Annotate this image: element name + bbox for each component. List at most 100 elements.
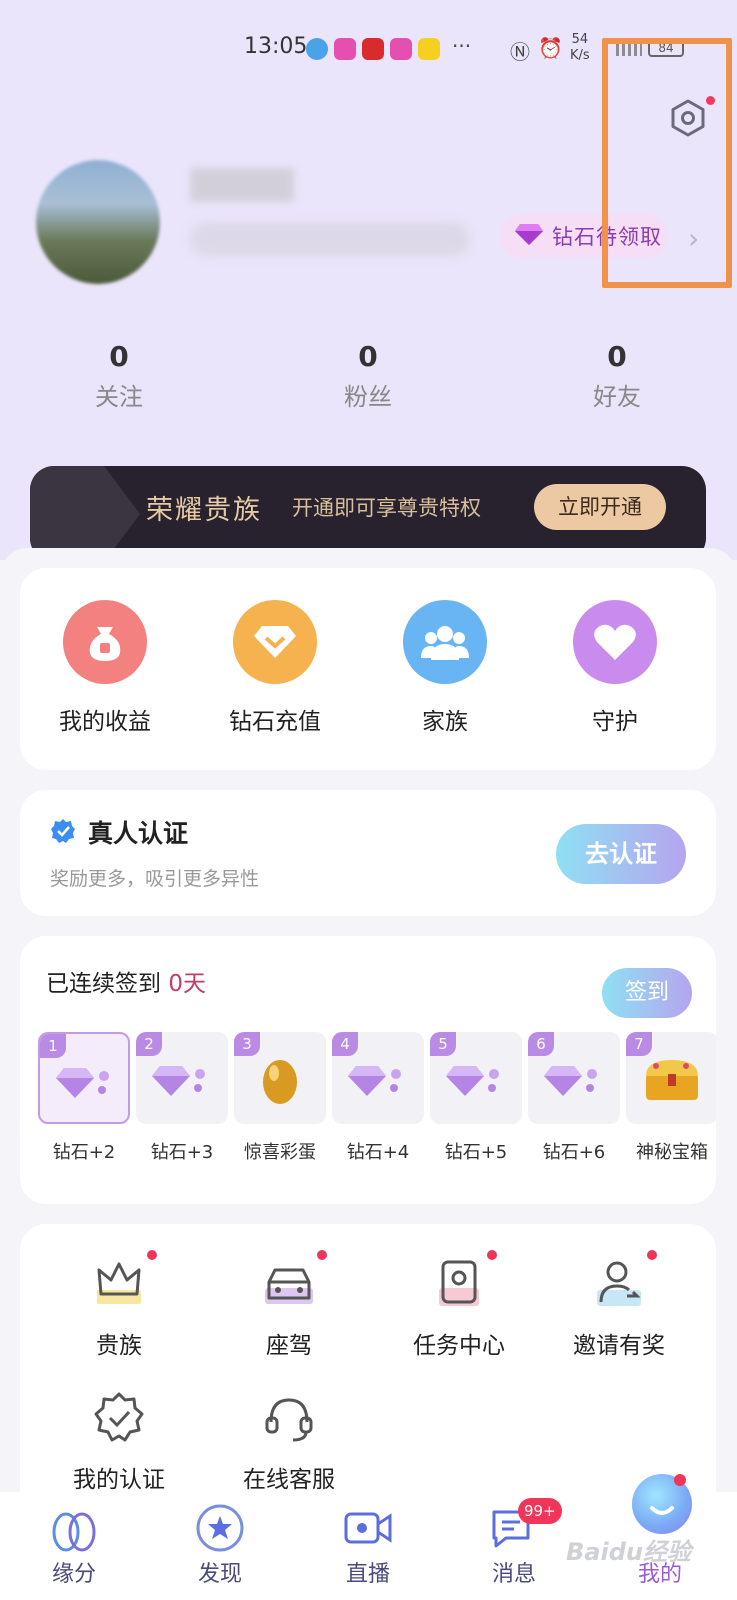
app-notification-icon	[418, 38, 440, 60]
quick-actions-card: 我的收益 钻石充值 家族 守护	[20, 568, 716, 770]
feature-label: 任务中心	[413, 1333, 505, 1359]
signin-button[interactable]: 签到	[602, 968, 692, 1018]
signin-day[interactable]: 3 惊喜彩蛋	[234, 1032, 326, 1164]
quick-guard[interactable]: 守护	[530, 600, 700, 736]
features-card: 贵族 座驾 任务中心 邀请有奖 我的认证 在线客服	[20, 1224, 716, 1524]
quick-label: 我的收益	[59, 709, 151, 735]
verified-check-icon	[50, 818, 76, 844]
noble-open-button[interactable]: 立即开通	[534, 484, 666, 530]
notification-dot	[647, 1250, 657, 1260]
headset-icon	[259, 1388, 319, 1448]
tab-label: 缘分	[51, 1562, 96, 1587]
signin-title-text: 已连续签到	[46, 971, 169, 997]
task-icon	[429, 1250, 497, 1314]
feature-task-center[interactable]: 任务中心	[374, 1250, 544, 1360]
tab-live[interactable]: 直播	[308, 1502, 428, 1588]
treasure-chest-icon	[626, 1050, 716, 1110]
signin-day[interactable]: 4 钻石+4	[332, 1032, 424, 1164]
nfc-icon: Ⓝ	[510, 40, 530, 64]
unread-badge: 99+	[518, 1498, 562, 1524]
stat-following[interactable]: 0 关注	[59, 340, 179, 412]
notification-dot	[147, 1250, 157, 1260]
diamond-icon	[40, 1052, 128, 1112]
stat-value: 0	[109, 340, 129, 373]
net-speed: 54 K/s	[570, 32, 590, 64]
live-camera-icon	[342, 1502, 394, 1554]
quick-earnings[interactable]: 我的收益	[20, 600, 190, 736]
tab-label: 发现	[197, 1562, 242, 1587]
car-icon	[259, 1250, 327, 1314]
diamond-icon	[332, 1050, 424, 1110]
day-label: 钻石+3	[150, 1142, 214, 1163]
quick-family[interactable]: 家族	[360, 600, 530, 736]
feature-my-certification[interactable]: 我的认证	[34, 1388, 204, 1494]
signin-title: 已连续签到 0天	[46, 964, 206, 998]
tab-messages[interactable]: 99+ 消息	[454, 1498, 574, 1588]
feature-label: 我的认证	[73, 1467, 165, 1493]
day-label: 钻石+6	[542, 1142, 606, 1163]
status-time: 13:05	[244, 34, 308, 59]
signin-day[interactable]: 1 钻石+2	[38, 1032, 130, 1164]
stat-label: 好友	[593, 383, 641, 411]
net-speed-value: 54	[571, 32, 589, 47]
verify-button[interactable]: 去认证	[556, 824, 686, 884]
tab-fate[interactable]: 缘分	[14, 1502, 134, 1588]
verification-subtitle: 奖励更多，吸引更多异性	[50, 868, 260, 890]
diamond-icon	[233, 600, 317, 684]
message-icon: 99+	[488, 1498, 562, 1554]
quick-diamond-recharge[interactable]: 钻石充值	[190, 600, 360, 736]
feature-car[interactable]: 座驾	[204, 1250, 374, 1360]
noble-subtitle: 开通即可享尊贵特权	[292, 496, 481, 520]
more-notifications-icon: ···	[452, 34, 472, 58]
fate-icon	[48, 1502, 100, 1554]
signin-day[interactable]: 7 神秘宝箱	[626, 1032, 716, 1164]
feature-label: 贵族	[96, 1333, 142, 1359]
tab-label: 消息	[491, 1562, 536, 1587]
signin-days: 0天	[168, 971, 206, 997]
net-speed-unit: K/s	[570, 48, 590, 63]
signin-day[interactable]: 5 钻石+5	[430, 1032, 522, 1164]
money-bag-icon	[63, 600, 147, 684]
signin-card: 已连续签到 0天 签到 1 钻石+2 2 钻石+3 3 惊喜彩蛋 4 钻石+4 …	[20, 936, 716, 1204]
app-notification-icon	[390, 38, 412, 60]
notification-dot	[487, 1250, 497, 1260]
stat-label: 粉丝	[344, 383, 392, 411]
stat-value: 0	[358, 340, 378, 373]
feature-invite[interactable]: 邀请有奖	[534, 1250, 704, 1360]
golden-egg-icon	[234, 1050, 326, 1110]
app-notification-icon	[334, 38, 356, 60]
tab-label: 直播	[345, 1562, 390, 1587]
heart-icon	[573, 600, 657, 684]
stat-label: 关注	[95, 383, 143, 411]
day-label: 惊喜彩蛋	[244, 1142, 316, 1163]
quick-label: 钻石充值	[229, 709, 321, 735]
feature-label: 座驾	[266, 1333, 312, 1359]
family-icon	[403, 600, 487, 684]
feature-label: 在线客服	[243, 1467, 335, 1493]
signin-day[interactable]: 6 钻石+6	[528, 1032, 620, 1164]
stat-value: 0	[607, 340, 627, 373]
stat-friends[interactable]: 0 好友	[557, 340, 677, 412]
me-notification-dot	[674, 1474, 686, 1486]
signin-day[interactable]: 2 钻石+3	[136, 1032, 228, 1164]
verification-card[interactable]: 真人认证 奖励更多，吸引更多异性 去认证	[20, 790, 716, 916]
certified-badge-icon	[89, 1388, 149, 1448]
highlight-box	[602, 38, 732, 288]
tab-discover[interactable]: 发现	[160, 1502, 280, 1588]
diamond-icon	[430, 1050, 522, 1110]
diamond-icon	[136, 1050, 228, 1110]
stat-fans[interactable]: 0 粉丝	[308, 340, 428, 412]
invite-icon	[589, 1250, 657, 1314]
day-label: 钻石+4	[346, 1142, 410, 1163]
feature-noble[interactable]: 贵族	[34, 1250, 204, 1360]
user-id-blurred	[190, 222, 470, 256]
alarm-icon: ⏰	[538, 36, 563, 60]
avatar[interactable]	[36, 160, 160, 284]
quick-label: 家族	[422, 709, 468, 735]
noble-title: 荣耀贵族	[146, 495, 262, 526]
diamond-icon	[514, 222, 544, 250]
username-blurred	[190, 168, 294, 202]
day-label: 钻石+5	[444, 1142, 508, 1163]
feature-customer-service[interactable]: 在线客服	[204, 1388, 374, 1494]
diamond-icon	[528, 1050, 620, 1110]
